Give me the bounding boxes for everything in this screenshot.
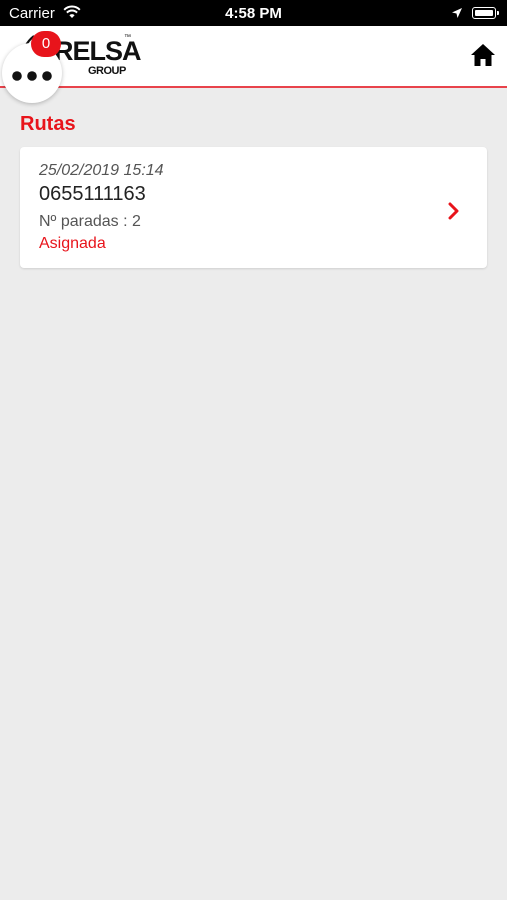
app-header: RELSA ™ GROUP — [0, 26, 507, 88]
status-bar: Carrier 4:58 PM — [0, 0, 507, 26]
route-stops: Nº paradas : 2 — [39, 213, 141, 230]
status-time: 4:58 PM — [225, 5, 282, 22]
notification-badge: 0 — [31, 31, 61, 57]
route-status: Asignada — [39, 235, 106, 252]
route-datetime: 25/02/2019 15:14 — [39, 162, 164, 179]
battery-icon — [472, 7, 499, 19]
more-dots-icon — [11, 68, 53, 86]
route-code: 0655111163 — [39, 183, 146, 205]
chevron-right-icon[interactable] — [447, 202, 461, 225]
logo-trademark: ™ — [124, 34, 131, 41]
section-title: Rutas — [20, 113, 76, 135]
logo-subtext: GROUP — [88, 65, 126, 77]
route-card[interactable]: 25/02/2019 15:14 0655111163 Nº paradas :… — [20, 147, 487, 268]
location-arrow-icon — [451, 6, 463, 23]
home-icon[interactable] — [470, 43, 496, 67]
